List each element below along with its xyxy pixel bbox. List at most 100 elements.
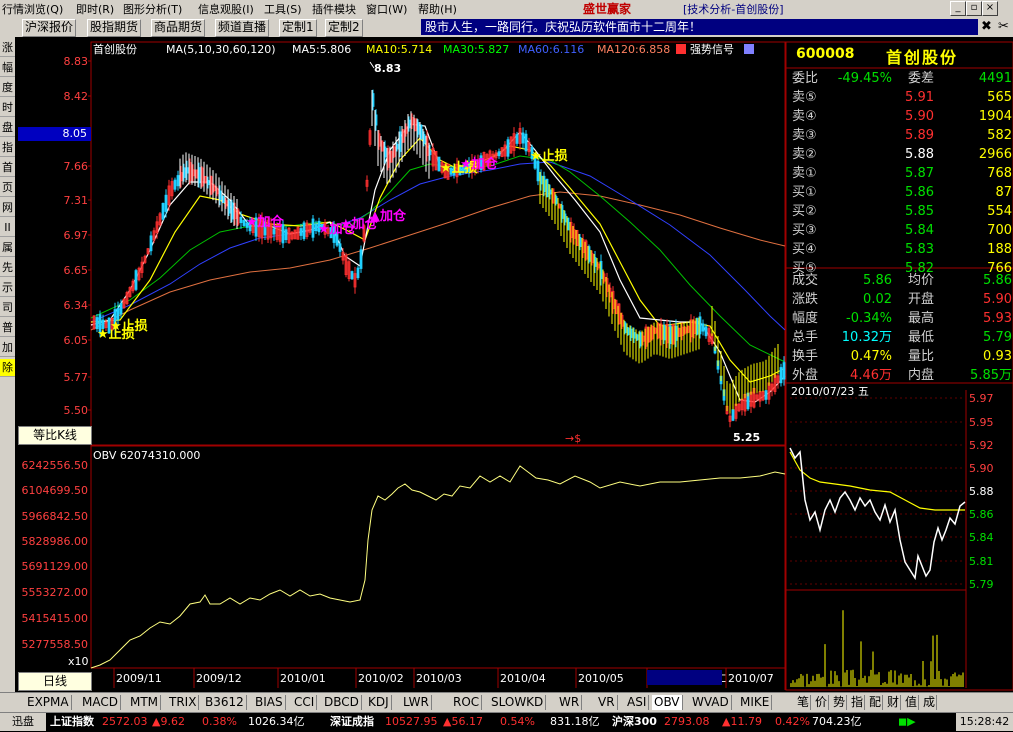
menu-item-market[interactable]: 行情浏览(Q): [2, 1, 63, 17]
bid-row[interactable]: 买② 5.85 554: [792, 202, 1012, 221]
left-shortcut-9[interactable]: II: [0, 219, 15, 237]
indicator-tab-kdj[interactable]: KDJ: [366, 695, 392, 710]
tab-commodity-futures[interactable]: 商品期货: [151, 19, 206, 37]
period-button[interactable]: 日线: [18, 672, 92, 691]
price-tick: 7.31: [64, 194, 89, 207]
left-shortcut-14[interactable]: 普: [0, 319, 15, 337]
tab-live-channel[interactable]: 频道直播: [215, 19, 270, 37]
indicator-tab-obv[interactable]: OBV: [652, 695, 683, 710]
signal-toggle-icon[interactable]: [744, 44, 754, 54]
sz-index-pct: 0.54%: [500, 715, 535, 728]
menu-item-info[interactable]: 信息观股(I): [198, 1, 254, 17]
candle-body: [506, 139, 510, 157]
indicator-tab-mike[interactable]: MIKE: [738, 695, 773, 710]
tab-custom-2[interactable]: 定制2: [325, 19, 363, 37]
scale-mode-button[interactable]: 等比K线: [18, 426, 92, 445]
date-tick: 2010/05: [578, 672, 624, 685]
ask-row[interactable]: 卖⑤ 5.91 565: [792, 88, 1012, 107]
indicator-tab-wvad[interactable]: WVAD: [690, 695, 732, 710]
news-ticker[interactable]: 股市人生，一路同行。庆祝弘历软件面市十二周年！: [421, 19, 978, 35]
left-shortcut-0[interactable]: 涨: [0, 39, 15, 57]
tools-icon[interactable]: ✖: [981, 19, 992, 34]
indicator-tab-cci[interactable]: CCI: [292, 695, 318, 710]
indicator-tab-slowkd[interactable]: SLOWKD: [489, 695, 547, 710]
indicator-tab-asi[interactable]: ASI: [625, 695, 650, 710]
indicator-tab-lwr[interactable]: LWR: [401, 695, 432, 710]
indicator-tab-macd[interactable]: MACD: [80, 695, 121, 710]
candle-body: [356, 267, 360, 279]
right-panel-tab-2[interactable]: 势: [832, 695, 848, 710]
menu-item-window[interactable]: 窗口(W): [366, 1, 407, 17]
left-shortcut-13[interactable]: 司: [0, 299, 15, 317]
network-status-icon[interactable]: ◼▶: [898, 713, 916, 731]
indicator-tab-mtm[interactable]: MTM: [128, 695, 162, 710]
menu-item-tools[interactable]: 工具(S): [264, 1, 302, 17]
hs300-pct: 0.42%: [775, 715, 810, 728]
sz-index-label[interactable]: 深证成指: [330, 713, 374, 731]
left-shortcut-12[interactable]: 示: [0, 279, 15, 297]
sh-index-label[interactable]: 上证指数: [50, 713, 94, 731]
sh-index-change: ▲9.62: [152, 715, 185, 728]
right-panel-tab-4[interactable]: 配: [868, 695, 884, 710]
right-panel-tab-3[interactable]: 指: [850, 695, 866, 710]
ask-row[interactable]: 卖③ 5.89 582: [792, 126, 1012, 145]
tab-index-futures[interactable]: 股指期货: [87, 19, 142, 37]
left-shortcut-8[interactable]: 网: [0, 199, 15, 217]
indicator-tab-vr[interactable]: VR: [596, 695, 618, 710]
indicator-tab-dbcd[interactable]: DBCD: [322, 695, 362, 710]
indicator-tab-expma[interactable]: EXPMA: [25, 695, 72, 710]
menu-item-realtime[interactable]: 即时(R): [76, 1, 114, 17]
hs300-change: ▲11.79: [722, 715, 762, 728]
tab-shsz-quotes[interactable]: 沪深报价: [22, 19, 77, 37]
left-shortcut-5[interactable]: 指: [0, 139, 15, 157]
left-shortcut-11[interactable]: 先: [0, 259, 15, 277]
left-shortcut-16[interactable]: 除: [0, 359, 15, 377]
right-panel-tab-6[interactable]: 值: [904, 695, 920, 710]
ask-row[interactable]: 卖④ 5.90 1904: [792, 107, 1012, 126]
sz-index-value: 10527.95: [385, 715, 438, 728]
menu-item-chart-analysis[interactable]: 图形分析(T): [123, 1, 182, 17]
candle-body: [521, 132, 525, 144]
left-shortcut-6[interactable]: 首: [0, 159, 15, 177]
ma-header: MA(5,10,30,60,120): [166, 43, 276, 56]
left-shortcut-1[interactable]: 幅: [0, 59, 15, 77]
left-shortcut-4[interactable]: 盘: [0, 119, 15, 137]
hs300-label[interactable]: 沪深300: [612, 713, 657, 731]
left-shortcut-3[interactable]: 时: [0, 99, 15, 117]
right-panel-tab-1[interactable]: 价: [814, 695, 830, 710]
left-shortcut-15[interactable]: 加: [0, 339, 15, 357]
indicator-tab-trix[interactable]: TRIX: [167, 695, 200, 710]
weibi-row: 委比 -49.45% 委差 4491: [792, 71, 1012, 86]
intraday-tick: 5.97: [969, 392, 994, 405]
current-price-marker: 8.05: [18, 127, 91, 141]
indicator-tab-roc[interactable]: ROC: [451, 695, 483, 710]
close-button[interactable]: ×: [982, 1, 998, 16]
menu-item-plugins[interactable]: 插件模块: [312, 1, 356, 17]
ask-row[interactable]: 卖① 5.87 768: [792, 164, 1012, 183]
window-title: [技术分析-首创股份]: [683, 3, 784, 16]
left-shortcut-2[interactable]: 度: [0, 79, 15, 97]
right-panel-tab-5[interactable]: 财: [886, 695, 902, 710]
right-panel-tab-0[interactable]: 笔: [796, 695, 812, 710]
tab-custom-1[interactable]: 定制1: [279, 19, 317, 37]
cursor-mark: →$: [565, 432, 581, 445]
left-shortcut-10[interactable]: 属: [0, 239, 15, 257]
bid-row[interactable]: 买④ 5.83 188: [792, 240, 1012, 259]
left-shortcut-7[interactable]: 页: [0, 179, 15, 197]
indicator-tab-bias[interactable]: BIAS: [253, 695, 286, 710]
restore-button[interactable]: ▫: [966, 1, 982, 16]
scissors-icon[interactable]: ✂: [998, 19, 1009, 34]
signal-marker-icon: [676, 44, 686, 54]
bid-row[interactable]: 买① 5.86 87: [792, 183, 1012, 202]
date-tick: 2009/11: [116, 672, 162, 685]
indicator-tab-bar: EXPMA MACD MTM TRIX B3612 BIAS CCI DBCD KDJ LWR RO…: [0, 692, 1013, 713]
minimize-button[interactable]: _: [950, 1, 966, 16]
menu-item-help[interactable]: 帮助(H): [418, 1, 457, 17]
indicator-tab-b3612[interactable]: B3612: [203, 695, 247, 710]
status-left-label[interactable]: 迅盘: [0, 713, 46, 731]
obv-multiplier: x10: [68, 655, 89, 668]
indicator-tab-wr[interactable]: WR: [557, 695, 583, 710]
bid-row[interactable]: 买③ 5.84 700: [792, 221, 1012, 240]
ask-row[interactable]: 卖② 5.88 2966: [792, 145, 1012, 164]
right-panel-tab-7[interactable]: 成: [922, 695, 938, 710]
